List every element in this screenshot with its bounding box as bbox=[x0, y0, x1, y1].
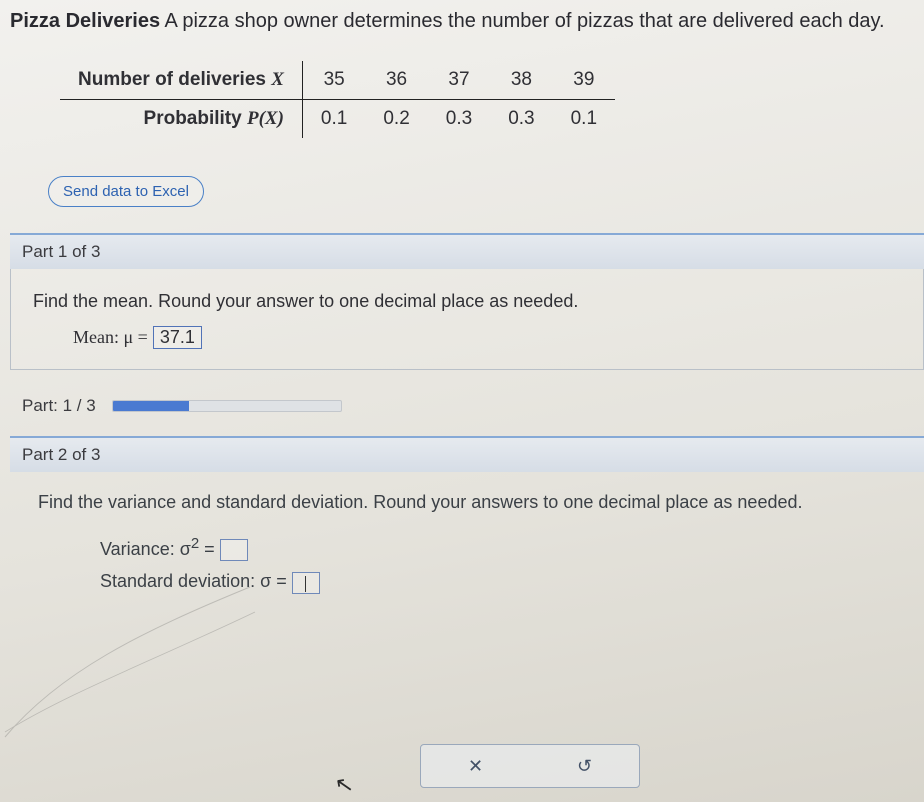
progress-fill bbox=[113, 401, 189, 411]
progress-label: Part: 1 / 3 bbox=[22, 396, 96, 416]
row-x-label: Number of deliveries X bbox=[60, 61, 302, 100]
distribution-table: Number of deliveries X 35 36 37 38 39 Pr… bbox=[60, 61, 615, 138]
variance-input[interactable] bbox=[220, 539, 248, 561]
part2-prompt: Find the variance and standard deviation… bbox=[38, 492, 908, 513]
title-rest: A pizza shop owner determines the number… bbox=[160, 10, 885, 32]
variance-label: Variance: σ2 = bbox=[100, 539, 220, 559]
mean-answer-box[interactable]: 37.1 bbox=[153, 326, 202, 349]
row-p-label: Probability P(X) bbox=[60, 100, 302, 139]
part2-body: Find the variance and standard deviation… bbox=[10, 472, 924, 622]
x-val-1: 36 bbox=[365, 61, 427, 100]
part1-header: Part 1 of 3 bbox=[10, 233, 924, 269]
progress-bar bbox=[112, 400, 342, 412]
mean-line: Mean: μ = 37.1 bbox=[73, 326, 907, 349]
p-val-2: 0.3 bbox=[428, 100, 490, 139]
title-bold: Pizza Deliveries bbox=[10, 10, 160, 32]
p-val-3: 0.3 bbox=[490, 100, 552, 139]
part2-header: Part 2 of 3 bbox=[10, 436, 924, 472]
progress-row: Part: 1 / 3 bbox=[22, 396, 924, 416]
reset-button[interactable]: ↺ bbox=[567, 752, 602, 781]
problem-title: Pizza Deliveries A pizza shop owner dete… bbox=[10, 10, 924, 33]
x-val-0: 35 bbox=[302, 61, 365, 100]
variance-line: Variance: σ2 = bbox=[100, 535, 908, 561]
x-val-4: 39 bbox=[553, 61, 615, 100]
x-val-3: 38 bbox=[490, 61, 552, 100]
p-val-4: 0.1 bbox=[553, 100, 615, 139]
part1-prompt: Find the mean. Round your answer to one … bbox=[33, 291, 907, 312]
part1-body: Find the mean. Round your answer to one … bbox=[10, 269, 924, 370]
x-val-2: 37 bbox=[428, 61, 490, 100]
answer-action-panel: ✕ ↺ bbox=[420, 744, 640, 788]
clear-button[interactable]: ✕ bbox=[458, 752, 493, 781]
p-val-0: 0.1 bbox=[302, 100, 365, 139]
cursor-icon: ↖ bbox=[333, 771, 356, 800]
mean-label: Mean: μ = bbox=[73, 327, 148, 347]
send-to-excel-button[interactable]: Send data to Excel bbox=[48, 176, 204, 207]
sd-line: Standard deviation: σ = bbox=[100, 571, 908, 593]
sd-input[interactable] bbox=[292, 572, 320, 594]
p-val-1: 0.2 bbox=[365, 100, 427, 139]
sd-label: Standard deviation: σ = bbox=[100, 571, 287, 591]
